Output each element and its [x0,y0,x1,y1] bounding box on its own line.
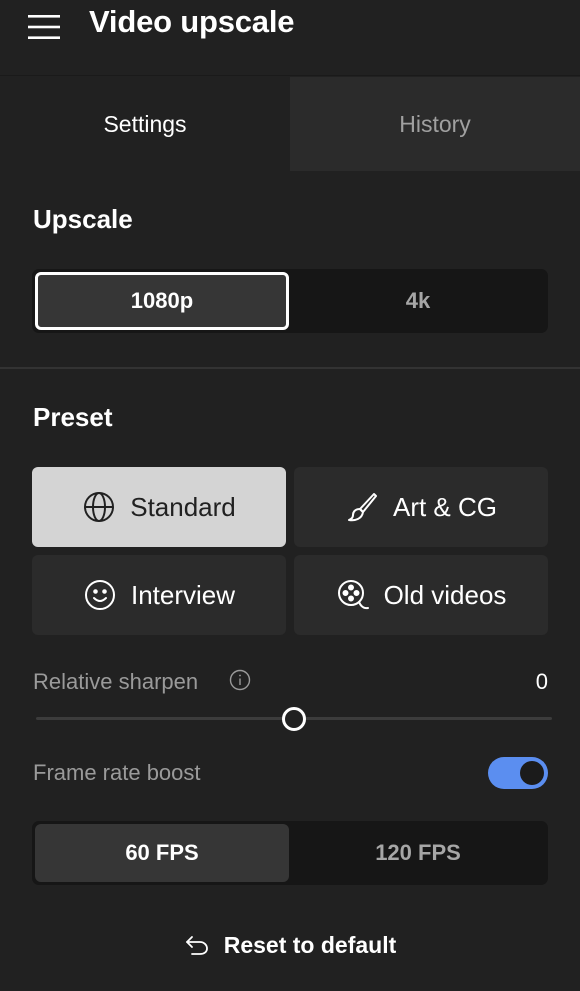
fps-segmented-control: 60 FPS 120 FPS [32,821,548,885]
smiley-face-icon [83,578,117,612]
page-title: Video upscale [89,4,295,39]
preset-old-videos-button[interactable]: Old videos [294,555,548,635]
frame-rate-boost-label: Frame rate boost [33,760,201,785]
globe-icon [82,490,116,524]
tab-history[interactable]: History [290,77,580,171]
sharpen-slider-thumb[interactable] [282,707,306,731]
sharpen-value: 0 [535,669,548,694]
reset-to-default-button[interactable]: Reset to default [0,920,580,970]
preset-section-title: Preset [33,402,113,432]
preset-art-cg-label: Art & CG [392,491,497,522]
preset-standard-label: Standard [130,491,236,522]
upscale-1080p-button[interactable]: 1080p [35,272,289,330]
film-reel-icon [336,578,370,612]
undo-arrow-icon [184,934,210,956]
section-divider [0,367,580,369]
tab-bar: Settings History [0,77,580,171]
paintbrush-icon [345,490,379,524]
reset-label: Reset to default [223,931,397,958]
preset-old-videos-label: Old videos [383,579,507,610]
preset-art-cg-button[interactable]: Art & CG [294,467,548,547]
fps-60-button[interactable]: 60 FPS [35,824,289,882]
toggle-knob [520,761,544,785]
preset-interview-label: Interview [130,579,236,610]
fps-120-button[interactable]: 120 FPS [291,824,545,882]
preset-standard-button[interactable]: Standard [32,467,286,547]
frame-rate-boost-toggle[interactable] [488,757,548,789]
upscale-segmented-control: 1080p 4k [32,269,548,333]
sharpen-label: Relative sharpen [33,669,199,694]
tab-settings[interactable]: Settings [0,77,290,171]
upscale-4k-button[interactable]: 4k [291,272,545,330]
info-icon[interactable] [229,669,251,691]
app-header: Video upscale [0,0,580,76]
upscale-section-title: Upscale [33,204,133,234]
hamburger-menu-icon[interactable] [28,12,60,42]
preset-interview-button[interactable]: Interview [32,555,286,635]
